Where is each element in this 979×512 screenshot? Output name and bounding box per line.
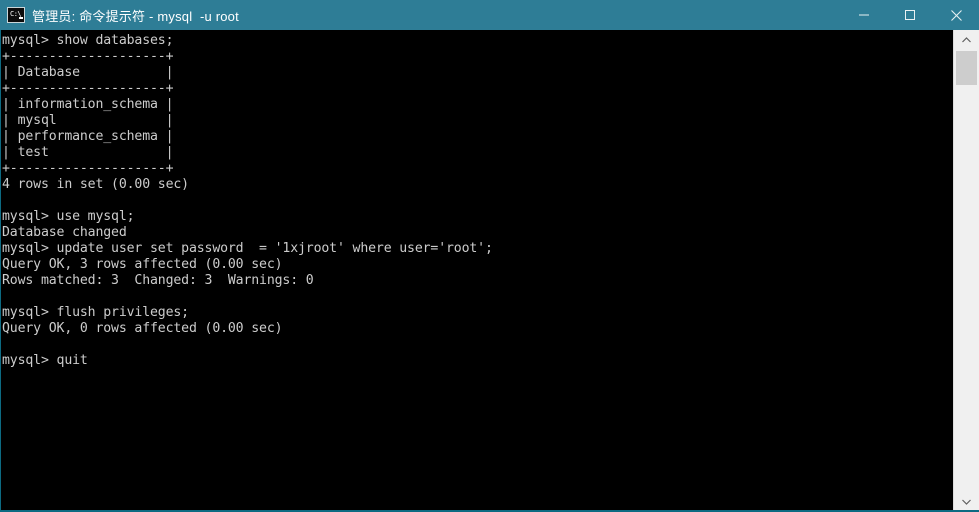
- terminal-output-area[interactable]: mysql> show databases; +----------------…: [0, 30, 953, 510]
- console-icon-cursor: [19, 17, 23, 19]
- close-icon: [950, 9, 962, 21]
- chevron-down-icon: [962, 499, 971, 505]
- window-titlebar[interactable]: C:\ 管理员: 命令提示符 - mysql -u root: [0, 0, 979, 30]
- vertical-scrollbar[interactable]: [953, 30, 979, 512]
- window-title: 管理员: 命令提示符 - mysql -u root: [32, 8, 239, 24]
- chevron-up-icon: [962, 37, 971, 43]
- minimize-button[interactable]: [841, 0, 887, 30]
- scroll-down-button[interactable]: [954, 492, 979, 512]
- maximize-button[interactable]: [887, 0, 933, 30]
- console-icon: C:\: [7, 7, 25, 23]
- window-controls: [841, 0, 979, 30]
- scrollbar-thumb[interactable]: [956, 51, 977, 85]
- close-button[interactable]: [933, 0, 979, 30]
- maximize-icon: [905, 10, 915, 20]
- scroll-up-button[interactable]: [954, 30, 979, 50]
- window-border-left: [0, 30, 1, 512]
- command-prompt-window: C:\ 管理员: 命令提示符 - mysql -u root mysql> sh…: [0, 0, 979, 512]
- minimize-icon: [859, 14, 869, 16]
- scrollbar-track[interactable]: [954, 85, 979, 492]
- terminal-text: mysql> show databases; +----------------…: [2, 33, 493, 368]
